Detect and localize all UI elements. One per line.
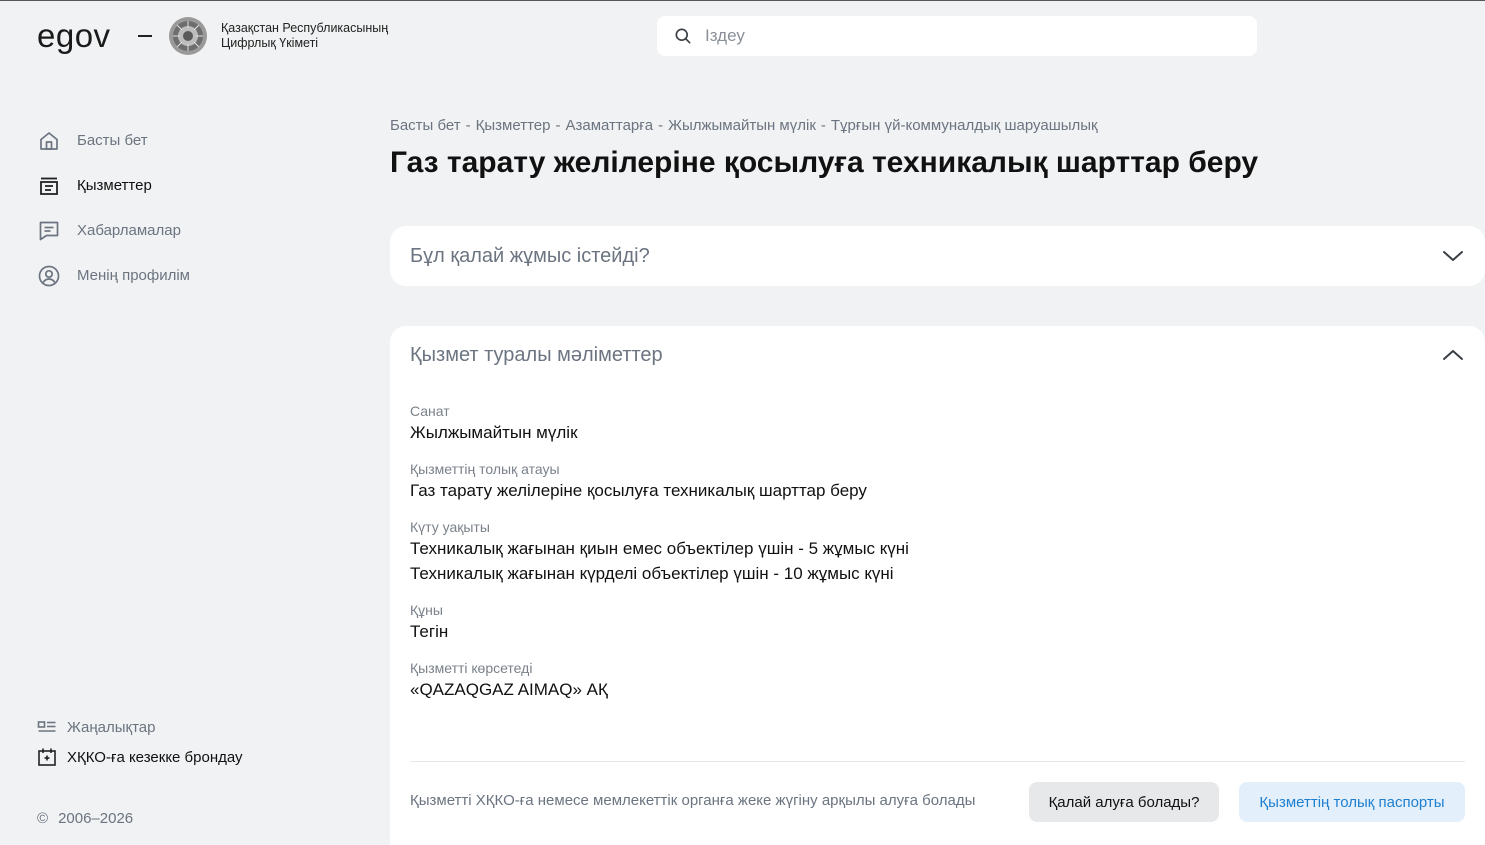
breadcrumb-housing[interactable]: Тұрғын үй-коммуналдық шаруашылық (831, 117, 1098, 134)
sidebar-item-services[interactable]: Қызметтер (37, 163, 337, 208)
detail-value: Газ тарату желілеріне қосылуға техникалы… (410, 481, 867, 500)
chevron-up-icon (1443, 350, 1463, 360)
sidebar-item-label: Менің профилім (77, 267, 190, 284)
detail-value: Техникалық жағынан қиын емес объектілер … (410, 539, 909, 558)
search-input[interactable] (703, 25, 1203, 47)
news-icon (37, 717, 57, 737)
sidebar-item-label: Хабарламалар (77, 222, 181, 239)
breadcrumb-separator: - (658, 117, 664, 134)
detail-label: Құны (410, 602, 443, 618)
government-name: Қазақстан Республикасының Цифрлық Үкімет… (221, 21, 388, 51)
user-icon (37, 264, 61, 288)
news-link[interactable]: Жаңалықтар (37, 712, 337, 742)
calendar-icon (37, 747, 57, 767)
services-icon (37, 174, 61, 198)
sidebar-item-profile[interactable]: Менің профилім (37, 253, 337, 298)
breadcrumb: Басты бет - Қызметтер - Азаматтарға - Жылжымай… (390, 117, 1098, 134)
detail-label: Санат (410, 403, 450, 419)
sidebar-item-label: Басты бет (77, 132, 148, 149)
detail-cost: Құны Тегін (410, 601, 1465, 644)
detail-category: Санат Жылжымайтын мүлік (410, 402, 1465, 445)
detail-value: Техникалық жағынан күрделі объектілер үш… (410, 564, 894, 583)
breadcrumb-separator: - (555, 117, 561, 134)
sidebar-item-home[interactable]: Басты бет (37, 118, 337, 163)
how-it-works-toggle[interactable]: Бұл қалай жұмыс істейді? (390, 226, 1485, 286)
detail-full-name: Қызметтің толық атауы Газ тарату желілер… (410, 460, 1465, 503)
page-title: Газ тарату желілеріне қосылуға техникалы… (390, 146, 1259, 179)
service-info-title: Қызмет туралы мәліметтер (410, 343, 663, 366)
service-details: Санат Жылжымайтын мүлік Қызметтің толық … (390, 384, 1485, 702)
gov-name-line2: Цифрлық Үкіметі (221, 36, 319, 50)
how-it-works-card: Бұл қалай жұмыс істейді? (390, 226, 1485, 286)
service-info-toggle[interactable]: Қызмет туралы мәліметтер (390, 326, 1485, 384)
detail-value: Жылжымайтын мүлік (410, 423, 578, 442)
sidebar-bottom: Жаңалықтар ХҚКО-ға кезекке брондау (37, 712, 337, 772)
detail-value: «QAZAQGAZ AIMAQ» АҚ (410, 680, 608, 699)
search-icon (675, 28, 691, 44)
sidebar-item-messages[interactable]: Хабарламалар (37, 208, 337, 253)
news-link-label: Жаңалықтар (67, 718, 156, 736)
logo-divider (138, 35, 152, 37)
service-info-card: Қызмет туралы мәліметтер Санат Жылжымайт… (390, 326, 1485, 845)
sidebar-nav: Басты бет Қызметтер Хабарламалар Менің п… (37, 118, 337, 298)
how-it-works-title: Бұл қалай жұмыс істейді? (410, 244, 650, 267)
state-emblem-icon (168, 16, 208, 56)
egov-logo[interactable]: egov (37, 18, 111, 54)
breadcrumb-real-estate[interactable]: Жылжымайтын мүлік (668, 117, 816, 134)
home-icon (37, 129, 61, 153)
breadcrumb-services[interactable]: Қызметтер (476, 117, 551, 134)
search-box[interactable] (657, 16, 1257, 56)
copyright: © 2006–2026 (37, 810, 133, 827)
detail-label: Қызметтің толық атауы (410, 461, 560, 477)
divider (410, 761, 1465, 762)
chevron-down-icon (1443, 251, 1463, 261)
copyright-icon: © (37, 810, 49, 827)
service-passport-button[interactable]: Қызметтің толық паспорты (1239, 782, 1465, 822)
breadcrumb-separator: - (820, 117, 826, 134)
breadcrumb-separator: - (465, 117, 471, 134)
breadcrumb-home[interactable]: Басты бет (390, 117, 461, 134)
detail-label: Қызметті көрсетеді (410, 660, 533, 676)
gov-name-line1: Қазақстан Республикасының (221, 21, 389, 35)
detail-provider: Қызметті көрсетеді «QAZAQGAZ AIMAQ» АҚ (410, 659, 1465, 702)
message-icon (37, 219, 61, 243)
sidebar-item-label: Қызметтер (77, 177, 152, 194)
booking-link-label: ХҚКО-ға кезекке брондау (67, 748, 243, 766)
copyright-years: 2006–2026 (58, 810, 134, 827)
breadcrumb-citizens[interactable]: Азаматтарға (565, 117, 653, 134)
service-footer-note: Қызметті ХҚКО-ға немесе мемлекеттік орга… (410, 792, 976, 809)
how-to-get-button[interactable]: Қалай алуға болады? (1029, 782, 1219, 822)
logo-text: egov (37, 17, 111, 54)
detail-label: Күту уақыты (410, 519, 490, 535)
detail-waiting-time: Күту уақыты Техникалық жағынан қиын емес… (410, 518, 1465, 586)
top-border (0, 0, 1485, 1)
detail-value: Тегін (410, 622, 449, 641)
booking-link[interactable]: ХҚКО-ға кезекке брондау (37, 742, 337, 772)
